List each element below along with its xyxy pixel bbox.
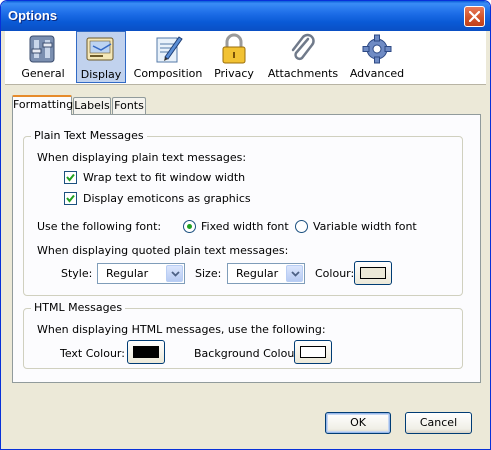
- colour-swatch: [300, 346, 326, 358]
- style-select-value: Regular: [106, 267, 149, 280]
- window-title: Options: [8, 8, 58, 23]
- html-messages-legend: HTML Messages: [31, 301, 126, 314]
- lock-icon: [222, 33, 246, 64]
- colour-swatch: [133, 346, 159, 358]
- ok-button[interactable]: OK: [325, 412, 391, 434]
- composition-icon: [156, 36, 183, 63]
- style-select[interactable]: Regular: [97, 263, 185, 284]
- size-select-value: Regular: [236, 267, 279, 280]
- tab-labels[interactable]: Labels: [73, 97, 111, 115]
- text-colour-button[interactable]: [127, 340, 165, 364]
- toolbar-label: Advanced: [349, 67, 405, 80]
- toolbar-label: Composition: [133, 67, 203, 80]
- cancel-button[interactable]: Cancel: [405, 412, 472, 434]
- toolbar-item-privacy[interactable]: Privacy: [209, 31, 259, 83]
- formatting-panel: Plain Text Messages When displaying plai…: [12, 114, 481, 383]
- display-icon: [86, 37, 114, 61]
- colour-swatch: [360, 267, 386, 279]
- toolbar-label: Display: [80, 68, 122, 81]
- checkmark-icon: [66, 194, 75, 203]
- toolbar-item-attachments[interactable]: Attachments: [265, 31, 341, 83]
- close-button[interactable]: [464, 6, 485, 27]
- toolbar-item-general[interactable]: General: [15, 31, 71, 83]
- display-emoticons-checkbox[interactable]: [64, 192, 77, 205]
- tab-formatting[interactable]: Formatting: [12, 95, 73, 115]
- html-messages-group: HTML Messages When displaying HTML messa…: [23, 301, 463, 369]
- colour-label: Colour:: [315, 267, 355, 280]
- html-when-label: When displaying HTML messages, use the f…: [37, 323, 326, 336]
- font-label: Use the following font:: [37, 220, 162, 233]
- variable-width-label[interactable]: Variable width font: [313, 220, 417, 233]
- size-select[interactable]: Regular: [227, 263, 305, 284]
- checkmark-icon: [66, 173, 75, 182]
- toolbar-label: Attachments: [267, 67, 339, 80]
- toolbar-item-advanced[interactable]: Advanced: [345, 31, 409, 83]
- wrap-text-checkbox[interactable]: [64, 171, 77, 184]
- category-toolbar: General Display Composition Privacy Atta…: [5, 31, 486, 85]
- options-window: Options General Display Composition Priv…: [0, 0, 491, 450]
- background-colour-label: Background Colour:: [194, 347, 303, 360]
- close-icon: [469, 11, 480, 22]
- chevron-down-icon[interactable]: [286, 265, 303, 282]
- gear-icon: [362, 34, 392, 64]
- general-icon: [29, 35, 55, 63]
- plain-text-legend: Plain Text Messages: [31, 129, 147, 142]
- fixed-width-radio[interactable]: [183, 220, 196, 233]
- text-colour-label: Text Colour:: [60, 347, 125, 360]
- display-emoticons-label[interactable]: Display emoticons as graphics: [83, 192, 251, 205]
- paperclip-icon: [291, 33, 315, 61]
- toolbar-label: General: [21, 67, 65, 80]
- quoted-text-label: When displaying quoted plain text messag…: [37, 244, 289, 257]
- tab-fonts[interactable]: Fonts: [112, 97, 146, 115]
- background-colour-button[interactable]: [294, 340, 332, 364]
- plain-text-colour-button[interactable]: [354, 261, 392, 285]
- wrap-text-label[interactable]: Wrap text to fit window width: [83, 171, 245, 184]
- variable-width-radio[interactable]: [295, 220, 308, 233]
- plain-text-when-label: When displaying plain text messages:: [37, 151, 247, 164]
- style-label: Style:: [61, 267, 93, 280]
- fixed-width-label[interactable]: Fixed width font: [201, 220, 289, 233]
- title-bar[interactable]: Options: [1, 1, 490, 31]
- toolbar-item-display[interactable]: Display: [76, 31, 126, 83]
- toolbar-item-composition[interactable]: Composition: [133, 31, 203, 83]
- size-label: Size:: [195, 267, 222, 280]
- plain-text-group: Plain Text Messages When displaying plai…: [23, 129, 463, 296]
- toolbar-label: Privacy: [214, 67, 254, 80]
- chevron-down-icon[interactable]: [166, 265, 183, 282]
